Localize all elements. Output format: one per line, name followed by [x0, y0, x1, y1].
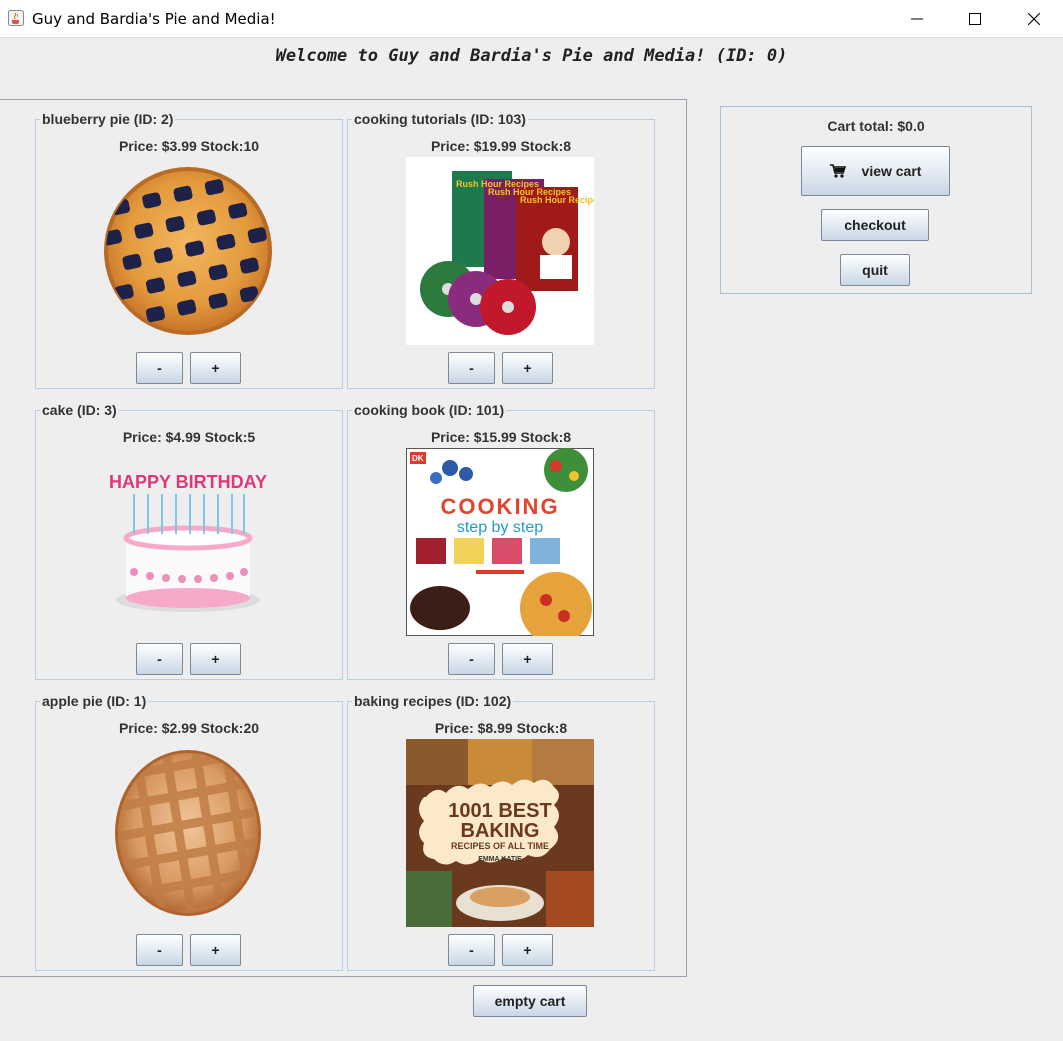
checkout-button[interactable]: checkout	[821, 209, 929, 241]
increase-quantity-button[interactable]: +	[190, 643, 241, 675]
product-price-stock: Price: $4.99 Stock:5	[122, 429, 256, 445]
product-price-stock: Price: $15.99 Stock:8	[430, 429, 572, 445]
window-titlebar[interactable]: Guy and Bardia's Pie and Media!	[0, 0, 1063, 38]
decrease-quantity-button[interactable]: -	[448, 643, 495, 675]
product-card: cake (ID: 3) Price: $4.99 Stock:5 HAPPY …	[35, 401, 343, 680]
product-title: apple pie (ID: 1)	[40, 692, 149, 710]
close-icon	[1028, 12, 1040, 25]
increase-quantity-button[interactable]: +	[502, 934, 553, 966]
book-subtitle-text: RECIPES OF ALL TIME	[451, 841, 549, 851]
increase-quantity-button[interactable]: +	[502, 352, 553, 384]
view-cart-button[interactable]: view cart	[801, 146, 950, 196]
maximize-button[interactable]	[946, 0, 1004, 37]
baking-book-image: 1001 BEST BAKING RECIPES OF ALL TIME EMM…	[406, 739, 594, 927]
maximize-icon	[969, 12, 981, 25]
book-title-text: BAKING	[461, 820, 540, 842]
cooking-tutorials-image: Rush Hour Recipes Rush Hour Recipes Rush…	[406, 157, 594, 345]
book-author-text: EMMA KATIE	[478, 856, 522, 863]
blueberry-pie-image	[104, 167, 272, 335]
cart-icon	[829, 164, 846, 178]
products-panel[interactable]: blueberry pie (ID: 2) Price: $3.99 Stock…	[0, 99, 687, 977]
cart-panel: Cart total: $0.0 view cart checkout quit	[720, 106, 1032, 294]
decrease-quantity-button[interactable]: -	[136, 643, 183, 675]
increase-quantity-button[interactable]: +	[502, 643, 553, 675]
product-card: apple pie (ID: 1) Price: $2.99 Stock:20 …	[35, 692, 343, 971]
apple-pie-image	[115, 750, 261, 916]
increase-quantity-button[interactable]: +	[190, 352, 241, 384]
product-price-stock: Price: $19.99 Stock:8	[430, 138, 572, 154]
product-title: cake (ID: 3)	[40, 401, 119, 419]
welcome-heading: Welcome to Guy and Bardia's Pie and Medi…	[275, 46, 788, 66]
product-price-stock: Price: $8.99 Stock:8	[434, 720, 568, 736]
view-cart-label: view cart	[861, 163, 922, 179]
birthday-cake-image: HAPPY BIRTHDAY	[109, 472, 267, 612]
empty-cart-button[interactable]: empty cart	[473, 985, 587, 1017]
book-subtitle-text: step by step	[457, 519, 543, 536]
minimize-icon	[911, 18, 923, 19]
book-title-text: 1001 BEST	[448, 800, 551, 822]
product-title: baking recipes (ID: 102)	[352, 692, 514, 710]
product-card: baking recipes (ID: 102) Price: $8.99 St…	[347, 692, 655, 971]
minimize-button[interactable]	[888, 0, 946, 37]
window-title: Guy and Bardia's Pie and Media!	[32, 10, 276, 28]
product-title: blueberry pie (ID: 2)	[40, 110, 176, 128]
product-card: blueberry pie (ID: 2) Price: $3.99 Stock…	[35, 110, 343, 389]
java-app-icon	[8, 10, 24, 26]
decrease-quantity-button[interactable]: -	[136, 934, 183, 966]
publisher-logo-text: DK	[412, 454, 424, 463]
product-title: cooking tutorials (ID: 103)	[352, 110, 528, 128]
decrease-quantity-button[interactable]: -	[448, 352, 495, 384]
close-button[interactable]	[1005, 0, 1063, 37]
product-card: cooking book (ID: 101) Price: $15.99 Sto…	[347, 401, 655, 680]
decrease-quantity-button[interactable]: -	[136, 352, 183, 384]
quit-button[interactable]: quit	[840, 254, 910, 286]
increase-quantity-button[interactable]: +	[190, 934, 241, 966]
decrease-quantity-button[interactable]: -	[448, 934, 495, 966]
product-title: cooking book (ID: 101)	[352, 401, 507, 419]
book-title-text: COOKING	[440, 494, 559, 519]
product-price-stock: Price: $2.99 Stock:20	[118, 720, 260, 736]
dvd-logo-text: Rush Hour Recipes	[520, 195, 594, 205]
product-price-stock: Price: $3.99 Stock:10	[118, 138, 260, 154]
cake-candle-text: HAPPY BIRTHDAY	[109, 472, 267, 492]
cooking-book-image: DK COOKING step by step	[406, 448, 594, 636]
product-card: cooking tutorials (ID: 103) Price: $19.9…	[347, 110, 655, 389]
cart-total: Cart total: $0.0	[827, 118, 925, 134]
